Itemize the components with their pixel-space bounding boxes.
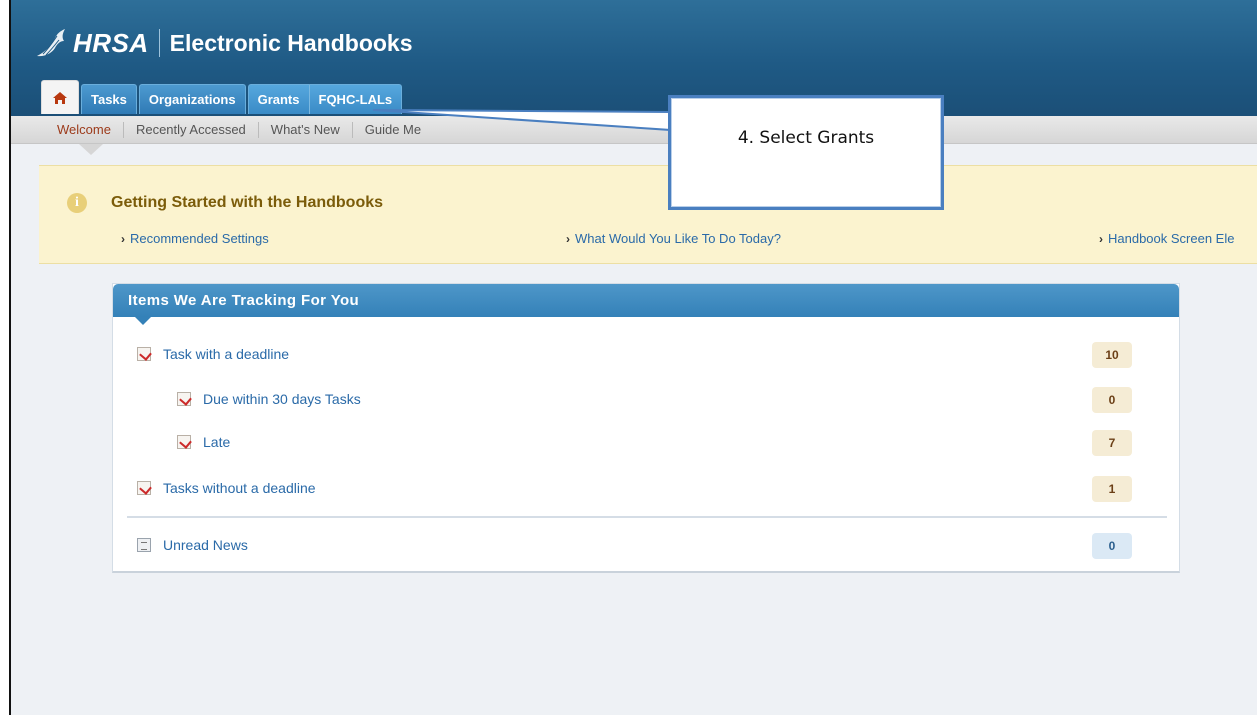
callout-text: 4. Select Grants: [737, 128, 875, 148]
hrsa-logo[interactable]: HRSA Electronic Handbooks: [35, 26, 413, 60]
link-handbook-screen-elements[interactable]: › Handbook Screen Ele: [1099, 231, 1234, 246]
info-icon: i: [67, 193, 87, 213]
tab-organizations[interactable]: Organizations: [138, 84, 246, 114]
row-label: Unread News: [163, 537, 248, 553]
task-icon: [177, 392, 191, 406]
count-badge[interactable]: 0: [1092, 533, 1132, 559]
sub-navigation: Welcome Recently Accessed What's New Gui…: [11, 116, 1257, 144]
logo-separator: [158, 29, 160, 57]
browser-content-frame: HRSA Electronic Handbooks Tasks Organiza…: [9, 0, 1257, 715]
count-badge[interactable]: 7: [1092, 430, 1132, 456]
news-icon: [137, 538, 151, 552]
chevron-right-icon: ›: [566, 232, 570, 246]
tab-fqhc-lals[interactable]: FQHC-LALs: [308, 84, 403, 114]
count-badge[interactable]: 10: [1092, 342, 1132, 368]
getting-started-banner: i Getting Started with the Handbooks › Re…: [39, 165, 1257, 264]
instruction-callout: 4. Select Grants: [668, 95, 944, 210]
row-label: Due within 30 days Tasks: [203, 391, 361, 407]
subnav-guide-me[interactable]: Guide Me: [353, 122, 433, 138]
chevron-right-icon: ›: [121, 232, 125, 246]
app-header: HRSA Electronic Handbooks Tasks Organiza…: [11, 0, 1257, 116]
subnav-welcome[interactable]: Welcome: [43, 121, 124, 138]
count-badge[interactable]: 1: [1092, 476, 1132, 502]
tab-tasks[interactable]: Tasks: [81, 84, 137, 114]
row-label: Late: [203, 434, 231, 450]
task-icon: [177, 435, 191, 449]
banner-heading: Getting Started with the Handbooks: [111, 194, 384, 211]
tracking-row-task-with-deadline[interactable]: Task with a deadline: [137, 343, 289, 365]
chevron-right-icon: ›: [1099, 232, 1103, 246]
tracking-panel: Items We Are Tracking For You Task with …: [112, 283, 1180, 573]
link-label: What Would You Like To Do Today?: [575, 231, 781, 246]
tracking-row-without-deadline[interactable]: Tasks without a deadline: [137, 477, 316, 499]
active-subnav-pointer: [79, 144, 103, 155]
link-what-would-you-like[interactable]: › What Would You Like To Do Today?: [566, 231, 781, 246]
subnav-whats-new[interactable]: What's New: [259, 121, 353, 138]
task-icon: [137, 347, 151, 361]
tracking-row-due-30-days[interactable]: Due within 30 days Tasks: [177, 388, 361, 410]
tracking-row-late[interactable]: Late: [177, 431, 230, 453]
eagle-logo-icon: [37, 29, 65, 57]
home-icon: [53, 91, 67, 104]
task-icon: [137, 481, 151, 495]
subnav-recently-accessed[interactable]: Recently Accessed: [124, 121, 259, 138]
tab-grants[interactable]: Grants: [247, 84, 309, 114]
link-label: Recommended Settings: [130, 231, 269, 246]
count-badge[interactable]: 0: [1092, 387, 1132, 413]
divider: [127, 516, 1167, 518]
link-recommended-settings[interactable]: › Recommended Settings: [121, 231, 269, 246]
tab-home[interactable]: [41, 80, 79, 114]
tracking-row-unread-news[interactable]: Unread News: [137, 534, 248, 556]
row-label: Tasks without a deadline: [163, 480, 316, 496]
app-title: Electronic Handbooks: [169, 29, 413, 56]
link-label: Handbook Screen Ele: [1108, 231, 1235, 246]
panel-pointer: [135, 317, 151, 325]
hrsa-wordmark: HRSA: [73, 27, 149, 58]
tracking-panel-title: Items We Are Tracking For You: [113, 284, 1179, 317]
main-tabs: Tasks Organizations Grants FQHC-LALs: [41, 80, 404, 114]
row-label: Task with a deadline: [163, 346, 290, 362]
